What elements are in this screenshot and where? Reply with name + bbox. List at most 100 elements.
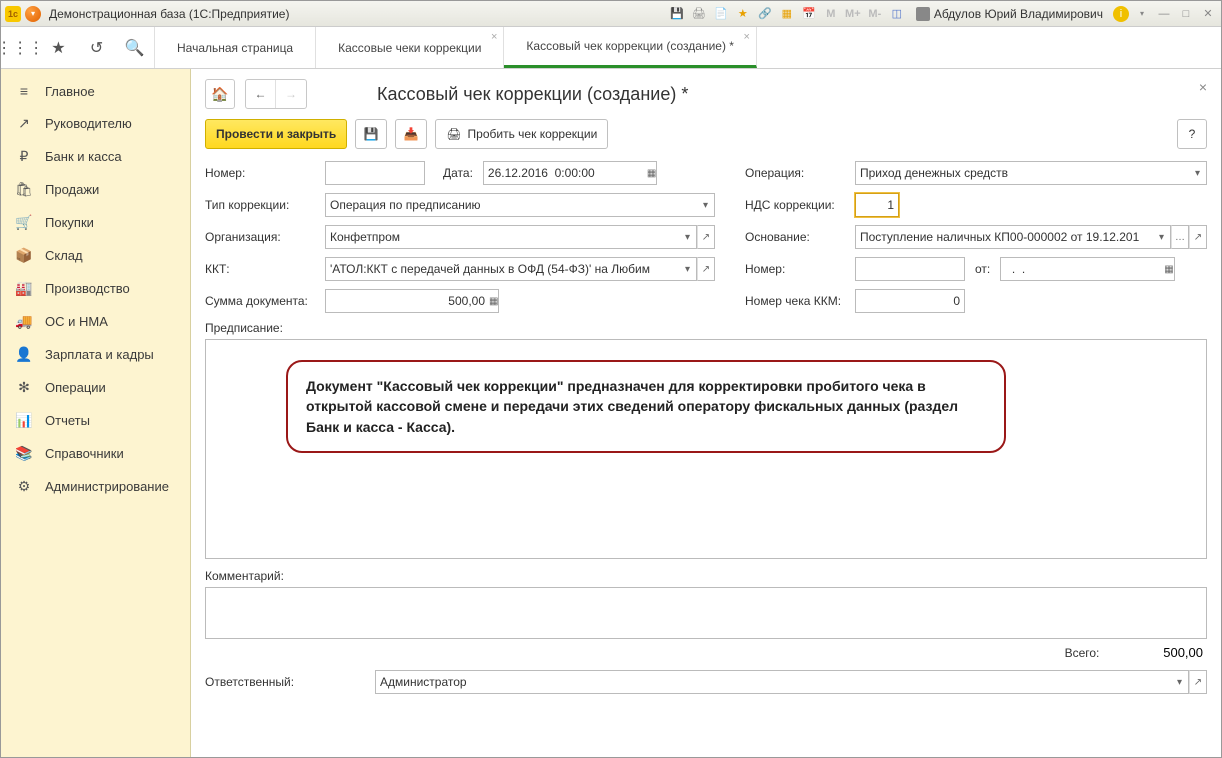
gear-icon: ⚙ [15,478,33,495]
money-icon: ₽ [15,148,33,165]
save-button[interactable]: 💾 [355,119,387,149]
sidebar-item-hr[interactable]: 👤Зарплата и кадры [1,338,190,371]
sidebar-item-manager[interactable]: ↗ Руководителю [1,107,190,140]
info-dropdown-icon[interactable]: ▾ [1133,5,1151,23]
window-title: Демонстрационная база (1С:Предприятие) [49,7,289,21]
basis-label: Основание: [745,230,845,244]
sidebar-item-main[interactable]: ≡Главное [1,75,190,107]
org-label: Организация: [205,230,315,244]
sidebar-item-purchases[interactable]: 🛒Покупки [1,206,190,239]
favorite-icon[interactable]: ★ [47,37,69,59]
m-minus-button[interactable]: M- [866,5,884,23]
date-input[interactable] [483,161,647,185]
factory-icon: 🏭 [15,280,33,297]
more-icon[interactable]: … [1171,225,1189,249]
sidebar-item-warehouse[interactable]: 📦Склад [1,239,190,272]
post-and-close-button[interactable]: Провести и закрыть [205,119,347,149]
chevron-down-icon[interactable]: ▾ [1171,670,1189,694]
corr-type-label: Тип коррекции: [205,198,315,212]
form-close-icon[interactable]: × [1199,79,1207,95]
print-receipt-button[interactable]: 🖨Пробить чек коррекции [435,119,608,149]
sidebar-item-label: Руководителю [45,116,132,131]
box-icon: 📦 [15,247,33,264]
open-icon[interactable]: ↗ [697,225,715,249]
star-icon[interactable]: ★ [734,5,752,23]
calendar-picker-icon[interactable]: ▦ [647,161,657,185]
operation-select[interactable] [855,161,1189,185]
basis-select[interactable] [855,225,1153,249]
m-button[interactable]: M [822,5,840,23]
open-icon[interactable]: ↗ [1189,225,1207,249]
apps-icon[interactable]: ⋮⋮⋮ [9,37,31,59]
sidebar-item-admin[interactable]: ⚙Администрирование [1,470,190,503]
open-icon[interactable]: ↗ [697,257,715,281]
sidebar-item-operations[interactable]: ✻Операции [1,371,190,404]
m-plus-button[interactable]: M+ [844,5,862,23]
tab-start[interactable]: Начальная страница [155,27,316,68]
kkt-select[interactable] [325,257,679,281]
open-icon[interactable]: ↗ [1189,670,1207,694]
sidebar-item-label: Главное [45,84,95,99]
minimize-icon[interactable]: — [1155,5,1173,23]
sidebar-item-assets[interactable]: 🚚ОС и НМА [1,305,190,338]
back-button[interactable]: ← [246,80,276,108]
link-icon[interactable]: 🔗 [756,5,774,23]
chart-icon: ↗ [15,115,33,132]
responsible-label: Ответственный: [205,675,345,689]
sidebar-item-reports[interactable]: 📊Отчеты [1,404,190,437]
close-icon[interactable]: ✕ [1199,5,1217,23]
tab-receipts-list[interactable]: Кассовые чеки коррекции × [316,27,504,68]
chevron-down-icon[interactable]: ▾ [1153,225,1171,249]
save-icon[interactable]: 💾 [668,5,686,23]
chevron-down-icon[interactable]: ▾ [679,257,697,281]
help-callout: Документ "Кассовый чек коррекции" предна… [286,360,1006,453]
report-icon: 📊 [15,412,33,429]
chevron-down-icon[interactable]: ▾ [1189,161,1207,185]
sidebar-item-production[interactable]: 🏭Производство [1,272,190,305]
home-button[interactable]: 🏠 [205,79,235,109]
tab-close-icon[interactable]: × [491,31,497,43]
sidebar-item-label: Банк и касса [45,149,122,164]
help-button[interactable]: ? [1177,119,1207,149]
corr-type-select[interactable] [325,193,697,217]
calc-picker-icon[interactable]: ▦ [489,289,499,313]
from-date-input[interactable] [1000,257,1164,281]
comment-textarea[interactable] [205,587,1207,639]
tab-close-icon[interactable]: × [744,31,750,43]
panels-icon[interactable]: ◫ [888,5,906,23]
vat-input[interactable] [855,193,899,217]
maximize-icon[interactable]: □ [1177,5,1195,23]
history-icon[interactable]: ↺ [86,37,108,59]
kkm-input[interactable] [855,289,965,313]
post-button[interactable]: 📥 [395,119,427,149]
titlebar: 1c ▾ Демонстрационная база (1С:Предприят… [1,1,1221,27]
sum-input[interactable] [325,289,489,313]
current-user[interactable]: Абдулов Юрий Владимирович [910,7,1109,21]
sidebar-item-bank[interactable]: ₽ Банк и касса [1,140,190,173]
sidebar-item-catalogs[interactable]: 📚Справочники [1,437,190,470]
chevron-down-icon[interactable]: ▾ [679,225,697,249]
org-select[interactable] [325,225,679,249]
app-logo-icon: 1c [5,6,21,22]
prescription-textarea[interactable]: Документ "Кассовый чек коррекции" предна… [205,339,1207,559]
kkm-label: Номер чека ККМ: [745,294,845,308]
sidebar-item-sales[interactable]: 🛍Продажи [1,173,190,206]
info-icon[interactable]: i [1113,6,1129,22]
print-icon[interactable]: 🖨 [690,5,708,23]
dropdown-icon[interactable]: ▾ [25,6,41,22]
calc-icon[interactable]: ▦ [778,5,796,23]
chevron-down-icon[interactable]: ▾ [697,193,715,217]
titlebar-toolbar: 💾 🖨 📄 ★ 🔗 ▦ 📅 M M+ M- ◫ Абдулов Юрий Вла… [668,5,1217,23]
app-window: 1c ▾ Демонстрационная база (1С:Предприят… [0,0,1222,758]
responsible-select[interactable] [375,670,1171,694]
calendar-picker-icon[interactable]: ▦ [1164,257,1174,281]
sum-label: Сумма документа: [205,294,315,308]
number2-input[interactable] [855,257,965,281]
cart-icon: 🛒 [15,214,33,231]
date-label: Дата: [443,166,473,180]
tab-receipt-create[interactable]: Кассовый чек коррекции (создание) * × [504,27,757,68]
page-icon[interactable]: 📄 [712,5,730,23]
number-input[interactable] [325,161,425,185]
calendar-icon[interactable]: 📅 [800,5,818,23]
search-icon[interactable]: 🔍 [124,37,146,59]
